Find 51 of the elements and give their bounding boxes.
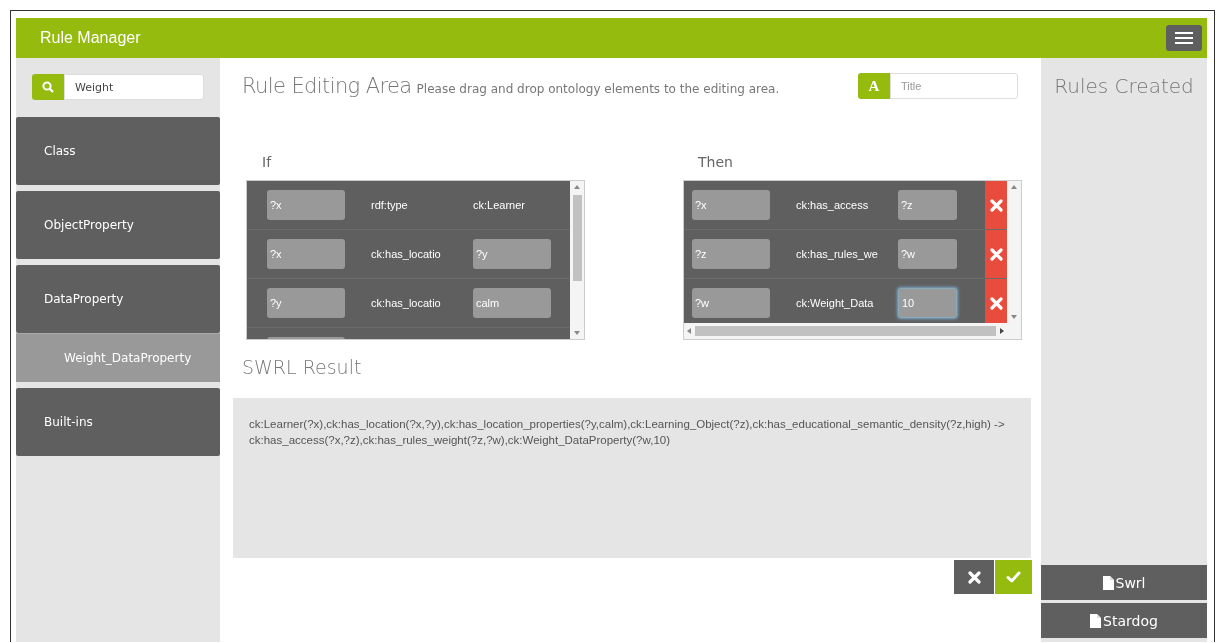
- subject-field[interactable]: ?w: [692, 288, 770, 318]
- subject-field[interactable]: ?z: [692, 239, 770, 269]
- delete-button[interactable]: [985, 181, 1007, 229]
- hint-text: Please drag and drop ontology elements to the editing area.: [416, 82, 780, 96]
- object-field[interactable]: ?y: [473, 239, 551, 269]
- close-icon: [967, 570, 981, 584]
- predicate-text: ck:has_rules_we: [796, 248, 879, 260]
- section-title: Rule Editing Area: [242, 74, 412, 98]
- predicate-text: ck:has_locatio: [371, 297, 442, 309]
- sidebar-item[interactable]: Class: [16, 117, 220, 185]
- if-label: If: [261, 154, 273, 172]
- panel-title: Rules Created: [1053, 74, 1195, 98]
- then-label: Then: [697, 154, 734, 172]
- object-field[interactable]: 10: [898, 288, 957, 318]
- subject-field[interactable]: ?x: [267, 239, 345, 269]
- file-icon: [1102, 575, 1114, 590]
- search-field[interactable]: Weight: [64, 74, 204, 100]
- object-field[interactable]: ?z: [898, 190, 957, 220]
- sidebar-subitem[interactable]: Weight_DataProperty: [16, 333, 220, 382]
- predicate-text: ck:has_access: [796, 199, 870, 211]
- check-icon: [1006, 571, 1021, 583]
- object-field[interactable]: ?w: [898, 239, 957, 269]
- menu-button[interactable]: [1166, 25, 1202, 51]
- section-title: SWRL Result: [242, 356, 363, 380]
- sidebar-item[interactable]: Built-ins: [16, 388, 220, 456]
- subject-field[interactable]: ?x: [692, 190, 770, 220]
- result-text: ck:Learner(?x),ck:has_location(?x,?y),ck:has_location_properties(?y,calm),ck:Learning_Object(?z),ck:has_educational_semantic_density(?z,high) -> ck:has_access(?x,?z),ck:has_rules_weight(?z,?w),ck:Weight_DataProperty(?w,10): [249, 417, 1006, 448]
- subject-field[interactable]: ?y: [267, 288, 345, 318]
- search-icon: [42, 81, 54, 93]
- menu-icon: [1175, 31, 1193, 45]
- title-icon-button[interactable]: A: [858, 73, 890, 99]
- delete-button[interactable]: [985, 279, 1007, 323]
- predicate-text: ck:Weight_Data: [796, 297, 875, 309]
- predicate-text: ck:has_locatio: [371, 248, 442, 260]
- delete-button[interactable]: [985, 230, 1007, 278]
- object-field[interactable]: calm: [473, 288, 551, 318]
- subject-field[interactable]: ?x: [267, 190, 345, 220]
- search-button[interactable]: [32, 74, 64, 100]
- export-button[interactable]: Swrl: [1041, 565, 1207, 600]
- close-icon: [989, 198, 1003, 212]
- sidebar-item[interactable]: DataProperty: [16, 265, 220, 333]
- file-icon: [1090, 613, 1102, 628]
- predicate-text: rdf:type: [371, 199, 409, 211]
- export-button[interactable]: Stardog: [1041, 603, 1207, 638]
- app-title: Rule Manager: [40, 29, 141, 47]
- close-icon: [989, 247, 1003, 261]
- object-text: ck:Learner: [473, 199, 525, 211]
- sidebar-item[interactable]: ObjectProperty: [16, 191, 220, 259]
- close-icon: [989, 296, 1003, 310]
- title-field[interactable]: Title: [890, 73, 1018, 99]
- cancel-button[interactable]: [954, 560, 994, 594]
